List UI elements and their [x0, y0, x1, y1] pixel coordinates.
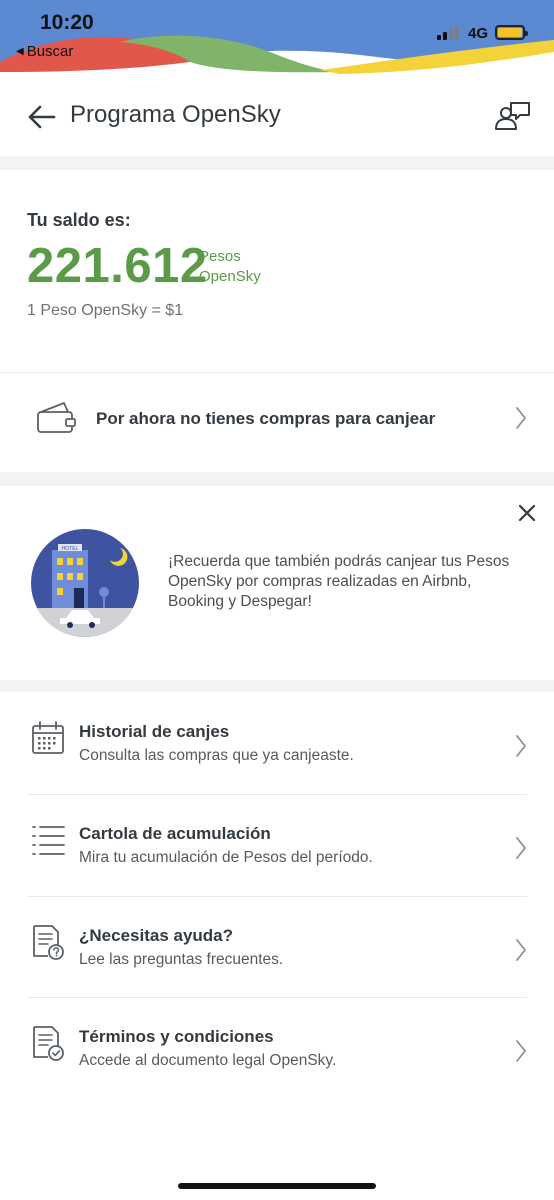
exchange-rate: 1 Peso OpenSky = $1 — [27, 302, 184, 319]
menu-item-terminos[interactable]: Términos y condiciones Accede al documen… — [0, 999, 554, 1100]
balance-label: Tu saldo es: — [27, 210, 131, 230]
menu-separator — [27, 997, 527, 998]
menu-item-title: Cartola de acumulación — [79, 824, 271, 843]
menu-item-ayuda[interactable]: ¿Necesitas ayuda? Lee las preguntas frec… — [0, 898, 554, 999]
back-to-app-link[interactable]: ◀ Buscar — [16, 43, 73, 60]
menu-item-subtitle: Mira tu acumulación de Pesos del período… — [79, 849, 373, 866]
contact-button[interactable] — [494, 100, 532, 137]
menu-item-subtitle: Consulta las compras que ya canjeaste. — [79, 747, 354, 764]
section-gap — [0, 156, 554, 170]
calendar-icon — [32, 721, 64, 754]
promo-text: ¡Recuerda que también podrás canjear tus… — [168, 553, 510, 610]
section-gap — [0, 680, 554, 692]
wallet-icon — [37, 402, 76, 433]
menu-separator — [27, 896, 527, 897]
redeem-row[interactable]: Por ahora no tienes compras para canjear — [0, 374, 554, 470]
menu-item-title: ¿Necesitas ayuda? — [79, 926, 234, 945]
arrow-left-icon — [28, 105, 56, 129]
hotel-sign-text: HOTEL — [62, 546, 79, 552]
document-check-icon — [33, 1026, 64, 1061]
menu-item-title: Términos y condiciones — [79, 1027, 274, 1046]
back-button[interactable] — [27, 102, 57, 137]
page-title: Programa OpenSky — [70, 101, 281, 128]
divider — [0, 372, 554, 373]
balance-unit-line2: OpenSky — [199, 268, 261, 285]
person-chat-icon — [495, 102, 530, 130]
document-question-icon — [33, 925, 64, 960]
balance-amount: 221.612 — [27, 239, 208, 293]
page-header: Programa OpenSky — [0, 86, 554, 150]
close-icon — [518, 504, 536, 522]
balance-unit-line1: Pesos — [199, 248, 241, 265]
hotel-illustration: HOTEL — [31, 529, 139, 637]
menu-item-title: Historial de canjes — [79, 722, 230, 741]
list-icon — [32, 826, 65, 855]
status-bar: 10:20 ◀ Buscar 4G — [0, 0, 554, 76]
menu-item-subtitle: Lee las preguntas frecuentes. — [79, 951, 284, 968]
chevron-right-icon — [516, 407, 527, 429]
back-app-label: Buscar — [26, 43, 74, 60]
menu-item-historial[interactable]: Historial de canjes Consulta las compras… — [0, 694, 554, 795]
menu-item-subtitle: Accede al documento legal OpenSky. — [79, 1052, 337, 1069]
battery-icon — [495, 25, 528, 40]
network-type: 4G — [468, 25, 489, 42]
section-gap — [0, 472, 554, 486]
chevron-right-icon — [516, 939, 527, 961]
signal-icon — [437, 26, 459, 40]
menu-item-cartola[interactable]: Cartola de acumulación Mira tu acumulaci… — [0, 796, 554, 897]
back-triangle-icon: ◀ — [16, 46, 24, 57]
close-promo-button[interactable] — [516, 502, 538, 529]
balance-unit: Pesos OpenSky — [199, 247, 261, 287]
redeem-text: Por ahora no tienes compras para canjear — [96, 409, 436, 428]
chevron-right-icon — [516, 837, 527, 859]
menu-separator — [27, 794, 527, 795]
chevron-right-icon — [516, 1040, 527, 1062]
home-indicator[interactable] — [178, 1183, 376, 1189]
chevron-right-icon — [516, 735, 527, 757]
clock: 10:20 — [40, 11, 94, 34]
